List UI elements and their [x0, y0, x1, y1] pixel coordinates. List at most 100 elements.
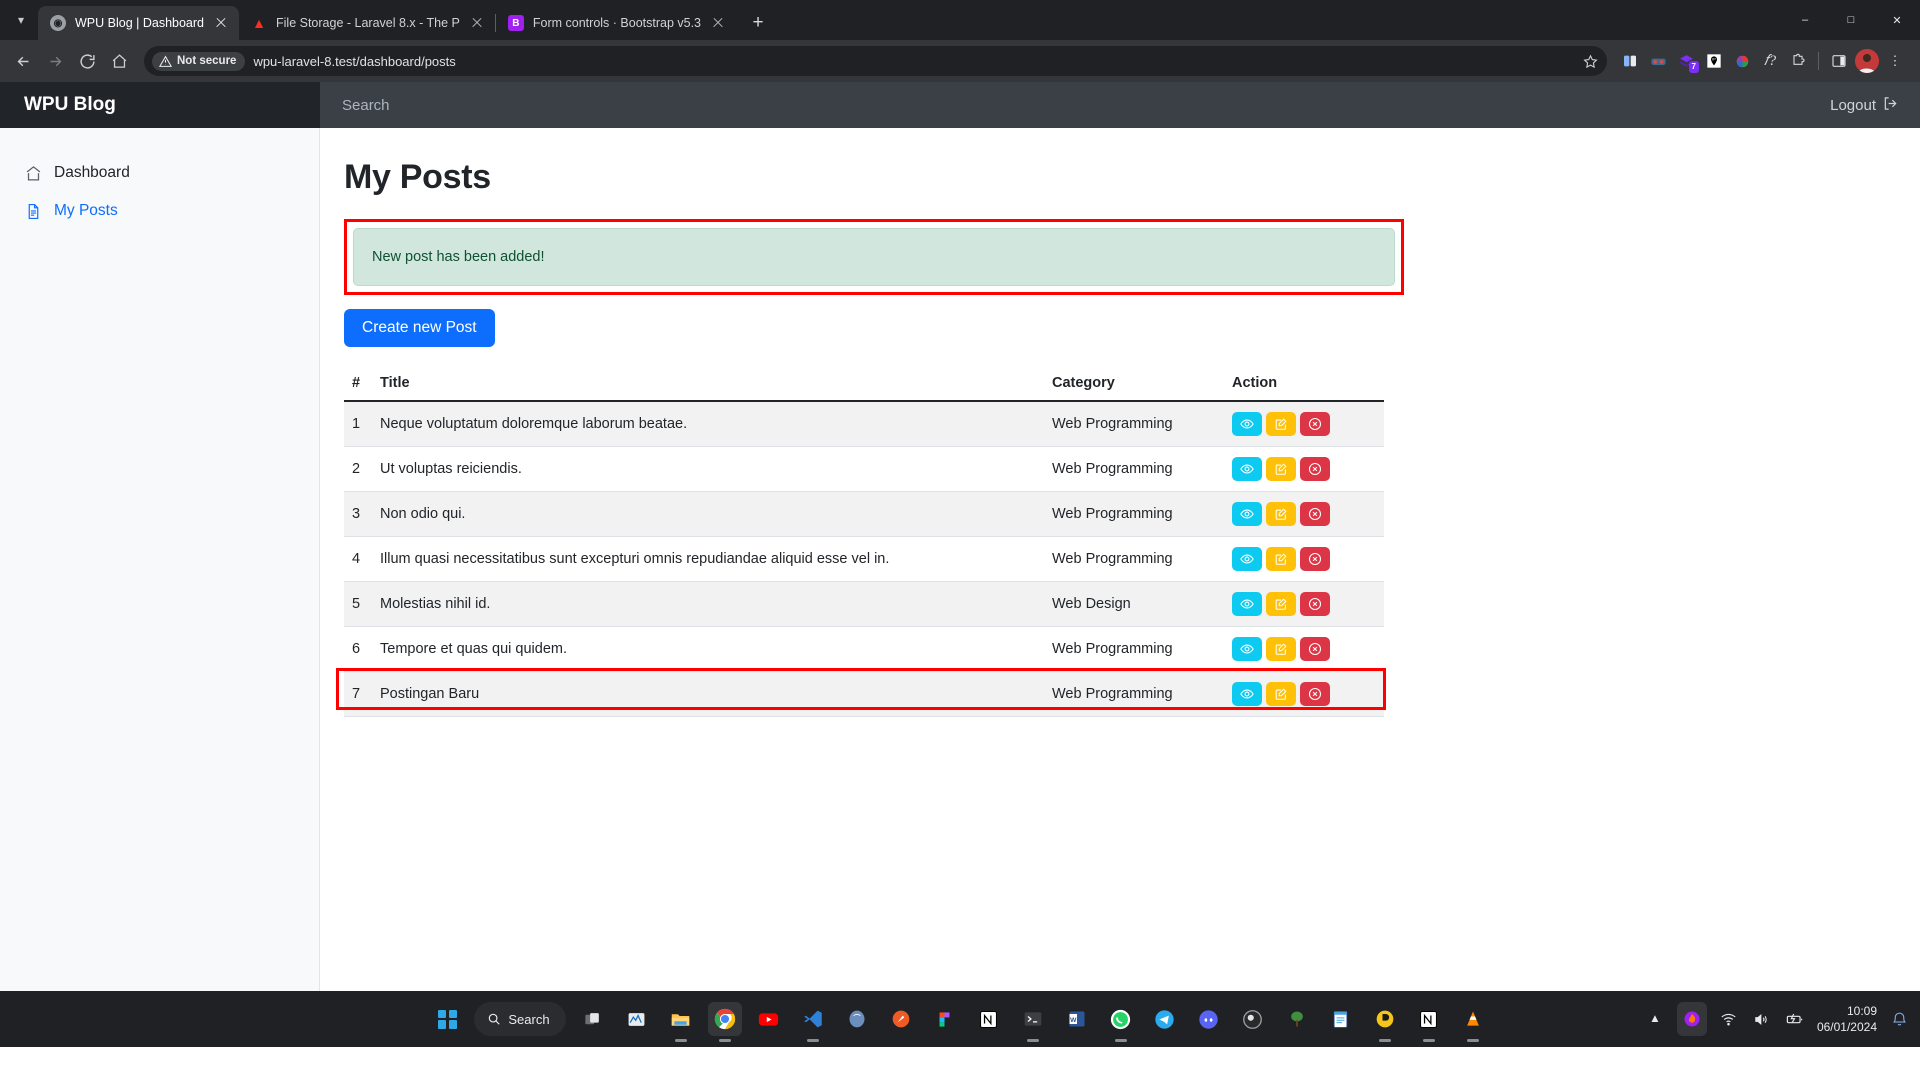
edit-post-button[interactable]: [1266, 457, 1296, 481]
back-icon[interactable]: [8, 46, 38, 76]
font-extension-icon[interactable]: 𝑓?: [1757, 48, 1783, 74]
close-icon[interactable]: [710, 15, 726, 31]
app-brand[interactable]: WPU Blog: [0, 82, 320, 128]
goggles-extension-icon[interactable]: [1645, 48, 1671, 74]
obs-icon[interactable]: [1236, 1002, 1270, 1036]
home-icon[interactable]: [104, 46, 134, 76]
x-circle-icon: [1308, 507, 1322, 521]
sidebar-item-my-posts[interactable]: My Posts: [0, 192, 319, 230]
address-bar[interactable]: Not secure wpu-laravel-8.test/dashboard/…: [144, 46, 1607, 76]
telegram-icon[interactable]: [1148, 1002, 1182, 1036]
cell-title: Non odio qui.: [372, 492, 1044, 537]
browser-tab-1[interactable]: ▲ File Storage - Laravel 8.x - The P: [239, 6, 495, 40]
tab-search-chevron-icon[interactable]: ▾: [4, 3, 38, 37]
cell-actions: [1224, 582, 1384, 627]
close-window-button[interactable]: ✕: [1874, 0, 1920, 40]
search-input[interactable]: [320, 82, 1808, 128]
chrome-menu-icon[interactable]: ⋮: [1882, 48, 1908, 74]
taskbar-search-label: Search: [508, 1012, 549, 1027]
clock[interactable]: 10:09 06/01/2024: [1817, 1003, 1877, 1035]
sourcetree-icon[interactable]: [1280, 1002, 1314, 1036]
forward-icon[interactable]: [40, 46, 70, 76]
whatsapp-icon[interactable]: [1104, 1002, 1138, 1036]
reload-icon[interactable]: [72, 46, 102, 76]
postgresql-icon[interactable]: [840, 1002, 874, 1036]
notepad-icon[interactable]: [1324, 1002, 1358, 1036]
delete-post-button[interactable]: [1300, 682, 1330, 706]
view-post-button[interactable]: [1232, 412, 1262, 436]
taskbar-search[interactable]: Search: [474, 1002, 565, 1036]
not-secure-badge[interactable]: Not secure: [152, 52, 245, 71]
terminal-icon[interactable]: [1016, 1002, 1050, 1036]
create-new-post-button[interactable]: Create new Post: [344, 309, 495, 347]
side-panel-icon[interactable]: [1617, 48, 1643, 74]
view-post-button[interactable]: [1232, 637, 1262, 661]
edit-post-button[interactable]: [1266, 592, 1296, 616]
word-icon[interactable]: W: [1060, 1002, 1094, 1036]
bookmark-star-icon[interactable]: [1579, 50, 1601, 72]
edit-post-button[interactable]: [1266, 637, 1296, 661]
profile-avatar-icon[interactable]: [1855, 49, 1879, 73]
wifi-icon[interactable]: [1718, 1008, 1740, 1030]
layers-extension-icon[interactable]: 7: [1673, 48, 1699, 74]
sidebar-item-label: Dashboard: [54, 164, 130, 182]
youtube-icon[interactable]: [752, 1002, 786, 1036]
view-post-button[interactable]: [1232, 547, 1262, 571]
delete-post-button[interactable]: [1300, 412, 1330, 436]
notion-icon[interactable]: [972, 1002, 1006, 1036]
browser-tab-2[interactable]: B Form controls · Bootstrap v5.3: [496, 6, 736, 40]
bell-icon[interactable]: [1888, 1008, 1910, 1030]
view-post-button[interactable]: [1232, 682, 1262, 706]
beekeeper-icon[interactable]: [1368, 1002, 1402, 1036]
new-tab-button[interactable]: +: [744, 9, 772, 37]
view-post-button[interactable]: [1232, 592, 1262, 616]
file-explorer-icon[interactable]: [664, 1002, 698, 1036]
minimize-button[interactable]: –: [1782, 0, 1828, 40]
maximize-button[interactable]: □: [1828, 0, 1874, 40]
delete-post-button[interactable]: [1300, 637, 1330, 661]
delete-post-button[interactable]: [1300, 457, 1330, 481]
app-topbar: WPU Blog Logout: [0, 82, 1920, 128]
discord-icon[interactable]: [1192, 1002, 1226, 1036]
close-icon[interactable]: [469, 15, 485, 31]
delete-post-button[interactable]: [1300, 502, 1330, 526]
cell-num: 3: [344, 492, 372, 537]
pin-extension-icon[interactable]: IP: [1701, 48, 1727, 74]
task-view-icon[interactable]: [576, 1002, 610, 1036]
chrome-icon[interactable]: [708, 1002, 742, 1036]
eye-icon: [1240, 417, 1254, 431]
sidebar-item-dashboard[interactable]: Dashboard: [0, 154, 319, 192]
postman-icon[interactable]: [884, 1002, 918, 1036]
vscode-icon[interactable]: [796, 1002, 830, 1036]
volume-icon[interactable]: [1751, 1008, 1773, 1030]
split-view-icon[interactable]: [1826, 48, 1852, 74]
cell-title: Illum quasi necessitatibus sunt exceptur…: [372, 537, 1044, 582]
table-row: 6Tempore et quas qui quidem.Web Programm…: [344, 627, 1384, 672]
clock-time: 10:09: [1817, 1003, 1877, 1019]
color-picker-extension-icon[interactable]: [1729, 48, 1755, 74]
edit-post-button[interactable]: [1266, 502, 1296, 526]
browser-tab-strip: ▾ ◉ WPU Blog | Dashboard ▲ File Storage …: [0, 0, 1920, 40]
battery-icon[interactable]: [1784, 1008, 1806, 1030]
toolbar-divider: [1818, 52, 1819, 70]
close-icon[interactable]: [213, 15, 229, 31]
graph-app-icon[interactable]: [620, 1002, 654, 1036]
view-post-button[interactable]: [1232, 457, 1262, 481]
browser-tab-0[interactable]: ◉ WPU Blog | Dashboard: [38, 6, 239, 40]
flame-icon[interactable]: [1677, 1002, 1707, 1036]
puzzle-extensions-icon[interactable]: [1785, 48, 1811, 74]
edit-post-button[interactable]: [1266, 412, 1296, 436]
logout-button[interactable]: Logout: [1808, 82, 1920, 128]
avatar[interactable]: [1854, 48, 1880, 74]
notion2-icon[interactable]: [1412, 1002, 1446, 1036]
delete-post-button[interactable]: [1300, 547, 1330, 571]
cell-actions: [1224, 672, 1384, 717]
figma-icon[interactable]: [928, 1002, 962, 1036]
start-icon[interactable]: [430, 1002, 464, 1036]
edit-post-button[interactable]: [1266, 682, 1296, 706]
view-post-button[interactable]: [1232, 502, 1262, 526]
edit-post-button[interactable]: [1266, 547, 1296, 571]
chevron-up-icon[interactable]: ▲: [1644, 1008, 1666, 1030]
vlc-icon[interactable]: [1456, 1002, 1490, 1036]
delete-post-button[interactable]: [1300, 592, 1330, 616]
